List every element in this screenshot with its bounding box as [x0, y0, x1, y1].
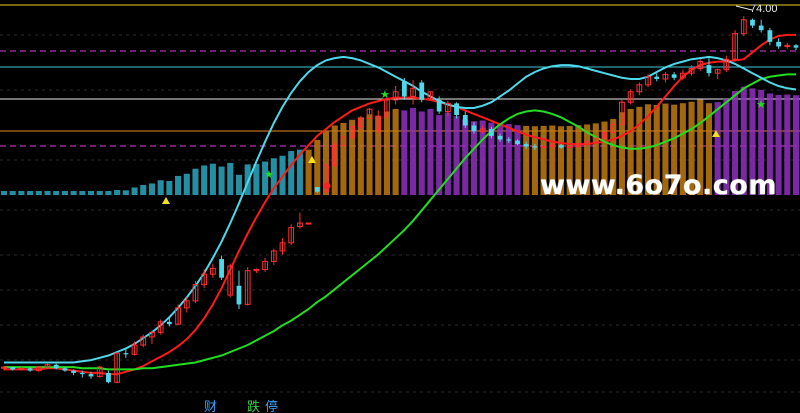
candle-body — [654, 76, 660, 79]
volume-bar — [453, 116, 460, 195]
candle-body — [497, 135, 503, 140]
volume-bar — [70, 191, 77, 195]
tag-ting: 停 — [265, 400, 279, 413]
volume-bar — [288, 151, 295, 195]
volume-bar — [305, 149, 312, 195]
volume-bar — [192, 168, 199, 195]
candle-body — [793, 45, 799, 48]
volume-bar — [35, 191, 42, 195]
volume-bar — [9, 191, 16, 195]
volume-bar — [218, 166, 225, 195]
candle-body — [219, 259, 224, 278]
volume-bar — [148, 183, 156, 195]
candle-body — [123, 353, 129, 355]
volume-bar — [96, 191, 103, 195]
volume-bar — [227, 162, 234, 195]
volume-bar — [401, 110, 408, 195]
volume-bar — [157, 180, 164, 195]
volume-bar — [383, 111, 390, 195]
volume-bar — [114, 189, 121, 195]
candle-body — [488, 128, 494, 136]
signal-dot — [323, 182, 331, 190]
volume-bar — [392, 108, 399, 195]
volume-bar — [105, 191, 112, 195]
candle-body — [767, 30, 773, 42]
volume-bar — [166, 180, 173, 195]
volume-bar — [209, 163, 216, 195]
volume-bar — [27, 191, 34, 195]
candle-body — [671, 74, 677, 78]
candle-body — [506, 139, 512, 141]
candle-body — [106, 372, 111, 383]
tag-die: 跌 — [247, 400, 261, 413]
candle-body — [523, 144, 529, 147]
candle-body — [88, 374, 94, 377]
volume-bar — [122, 190, 129, 195]
candle-body — [419, 82, 425, 100]
candle-body — [166, 321, 172, 325]
volume-bar — [131, 187, 138, 195]
candle-body — [314, 187, 320, 192]
candle-body — [454, 103, 459, 116]
volume-bar — [0, 191, 8, 195]
volume-bar — [427, 108, 434, 195]
watermark: www.6o7o.com — [540, 170, 777, 201]
volume-bar — [18, 191, 25, 195]
candle-body — [776, 41, 781, 47]
candle-body — [515, 140, 520, 145]
volume-bar — [140, 184, 147, 195]
candle-body — [305, 222, 312, 225]
volume-bar — [87, 191, 95, 195]
candle-body — [471, 125, 477, 132]
candle-body — [706, 65, 712, 74]
tag-cai: 财 — [204, 400, 218, 413]
volume-bar — [505, 124, 512, 195]
volume-bar — [314, 139, 321, 195]
price-label: 74.00 — [750, 3, 778, 15]
volume-bar — [366, 114, 373, 195]
volume-bar — [235, 174, 243, 195]
candle-body — [436, 99, 442, 112]
volume-bar — [784, 94, 791, 195]
star-marker: ★ — [264, 168, 274, 181]
candle-body — [27, 368, 33, 371]
volume-bar — [61, 191, 68, 195]
candle-body — [758, 25, 764, 31]
candle-body — [750, 19, 755, 26]
candle-body — [532, 146, 538, 148]
candle-body — [53, 364, 59, 369]
volume-bar — [201, 165, 208, 195]
buy-triangle — [162, 197, 170, 204]
volume-bar — [514, 125, 521, 195]
volume-bar — [183, 173, 190, 195]
star-marker: ★ — [756, 98, 766, 111]
indicator-lines — [4, 33, 797, 376]
candle-body — [401, 81, 407, 97]
star-marker: ★ — [380, 88, 390, 101]
volume-bar — [175, 175, 182, 195]
bottom-indicator-bar: 财 跌 停 — [0, 396, 800, 413]
volume-bar — [792, 95, 800, 195]
candle-body — [71, 370, 77, 373]
chart-area: ★ ★ ★ 74.00 www.6o7o.com 财 跌 停 — [0, 0, 800, 413]
candle-body — [462, 115, 468, 126]
volume-bar — [410, 107, 417, 195]
candle-body — [10, 367, 16, 370]
volume-bar — [436, 115, 443, 195]
volume-bar — [79, 191, 86, 195]
candle-body — [558, 145, 564, 148]
candle-body — [236, 285, 242, 305]
candle-body — [62, 368, 68, 371]
candlestick-chart: ★ ★ ★ — [0, 4, 800, 393]
indicator-line — [4, 33, 796, 376]
volume-bar — [44, 191, 51, 195]
candle-body — [79, 372, 85, 375]
volume-bar — [53, 191, 60, 195]
volume-bar — [418, 111, 425, 195]
